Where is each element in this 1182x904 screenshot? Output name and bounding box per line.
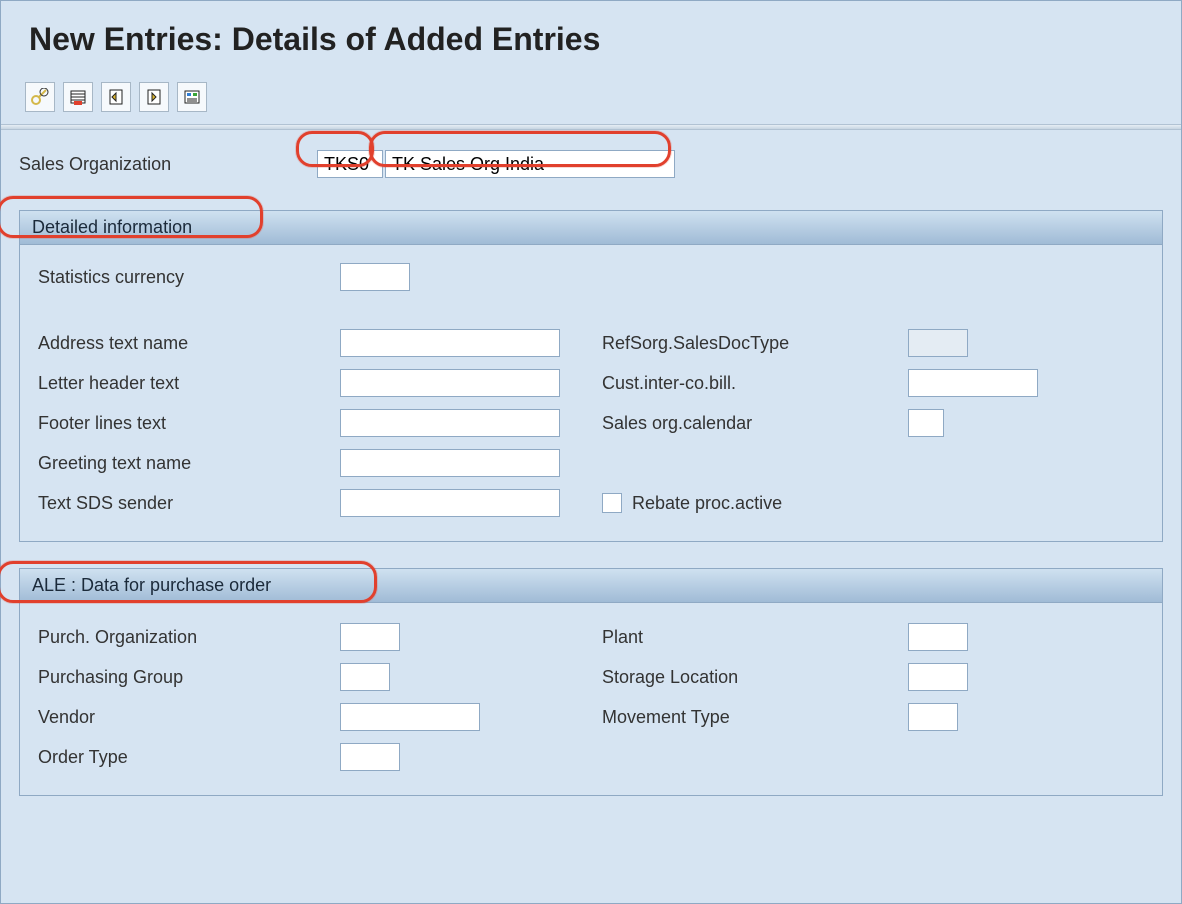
vendor-label: Vendor [38, 707, 340, 728]
refsorg-label: RefSorg.SalesDocType [602, 333, 908, 354]
group-header-ale: ALE : Data for purchase order [20, 569, 1162, 603]
plant-label: Plant [602, 627, 908, 648]
addr-text-label: Address text name [38, 333, 340, 354]
ale-data-group: ALE : Data for purchase order Purch. Org… [19, 568, 1163, 796]
other-entry-icon[interactable] [177, 82, 207, 112]
cust-inter-input[interactable] [908, 369, 1038, 397]
sales-org-code-input[interactable] [317, 150, 383, 178]
refsorg-input [908, 329, 968, 357]
order-type-label: Order Type [38, 747, 340, 768]
sales-cal-input[interactable] [908, 409, 944, 437]
purch-org-label: Purch. Organization [38, 627, 340, 648]
stat-currency-label: Statistics currency [38, 267, 340, 288]
cust-inter-label: Cust.inter-co.bill. [602, 373, 908, 394]
footer-lines-label: Footer lines text [38, 413, 340, 434]
group-header-detailed: Detailed information [20, 211, 1162, 245]
greeting-label: Greeting text name [38, 453, 340, 474]
purch-grp-label: Purchasing Group [38, 667, 340, 688]
greeting-input[interactable] [340, 449, 560, 477]
rebate-label: Rebate proc.active [632, 493, 782, 514]
storage-loc-input[interactable] [908, 663, 968, 691]
delete-entry-icon[interactable] [63, 82, 93, 112]
addr-text-input[interactable] [340, 329, 560, 357]
purch-org-input[interactable] [340, 623, 400, 651]
order-type-input[interactable] [340, 743, 400, 771]
mvt-type-label: Movement Type [602, 707, 908, 728]
text-sds-label: Text SDS sender [38, 493, 340, 514]
stat-currency-input[interactable] [340, 263, 410, 291]
purch-grp-input[interactable] [340, 663, 390, 691]
sales-org-label: Sales Organization [19, 154, 317, 175]
toolbar [1, 80, 1181, 124]
footer-lines-input[interactable] [340, 409, 560, 437]
next-entry-icon[interactable] [139, 82, 169, 112]
previous-entry-icon[interactable] [101, 82, 131, 112]
letter-header-input[interactable] [340, 369, 560, 397]
rebate-checkbox[interactable] [602, 493, 622, 513]
letter-header-label: Letter header text [38, 373, 340, 394]
mvt-type-input[interactable] [908, 703, 958, 731]
sales-cal-label: Sales org.calendar [602, 413, 908, 434]
vendor-input[interactable] [340, 703, 480, 731]
text-sds-input[interactable] [340, 489, 560, 517]
storage-loc-label: Storage Location [602, 667, 908, 688]
sales-org-name-input[interactable] [385, 150, 675, 178]
toggle-display-change-icon[interactable] [25, 82, 55, 112]
plant-input[interactable] [908, 623, 968, 651]
detailed-information-group: Detailed information Statistics currency… [19, 210, 1163, 542]
page-title: New Entries: Details of Added Entries [1, 1, 1181, 80]
